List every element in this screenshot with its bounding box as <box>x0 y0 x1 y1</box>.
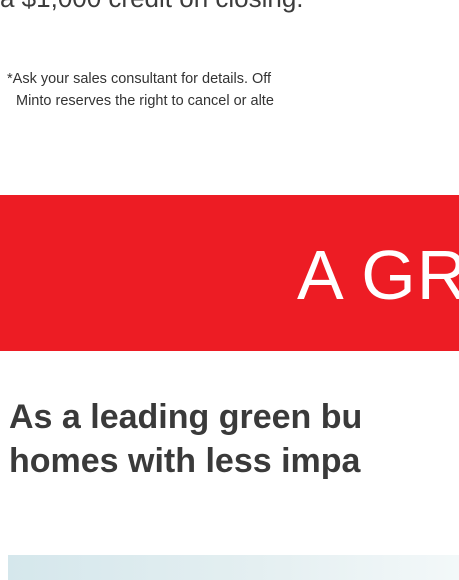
intro-headline: As a leading green bu homes with less im… <box>9 395 362 483</box>
disclaimer-line-1: *Ask your sales consultant for details. … <box>7 71 272 87</box>
intro-headline-line-2: homes with less impa <box>9 442 361 480</box>
banner-title: A GR <box>297 236 459 314</box>
disclaimer-line-2: Minto reserves the right to cancel or al… <box>16 93 274 109</box>
page: a $1,000 credit on closing. *Ask your sa… <box>0 0 459 580</box>
offer-credit-text: a $1,000 credit on closing. <box>0 0 304 14</box>
offer-disclaimer: *Ask your sales consultant for details. … <box>7 68 274 112</box>
hero-image <box>8 555 459 580</box>
intro-headline-line-1: As a leading green bu <box>9 398 363 436</box>
section-banner: A GR <box>0 195 459 351</box>
